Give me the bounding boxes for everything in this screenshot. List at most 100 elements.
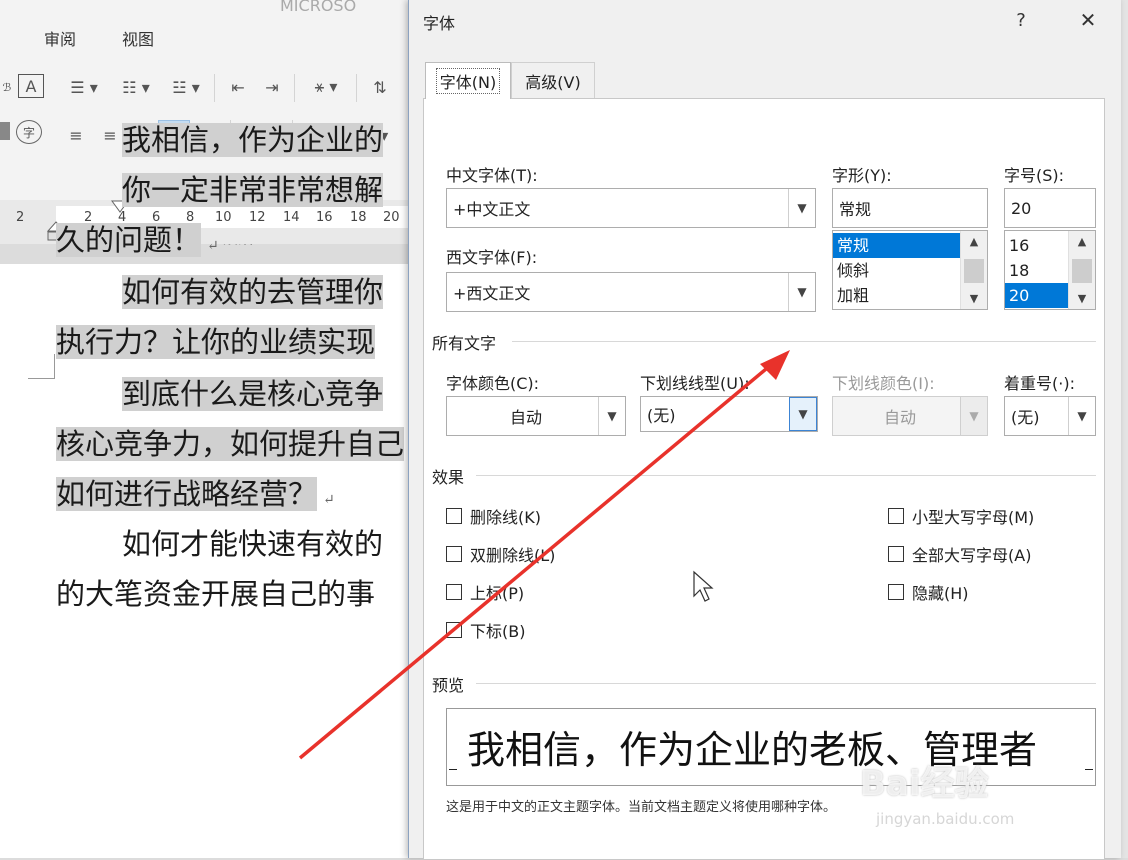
tab-review[interactable]: 审阅 <box>44 26 76 50</box>
numbering-icon[interactable]: ☷ ▾ <box>114 74 158 100</box>
superscript-label: 上标(P) <box>470 584 525 603</box>
enclose-character-icon[interactable]: 字 <box>16 120 42 144</box>
underline-style-combo[interactable]: (无) ▼ <box>640 396 818 432</box>
western-font-combo[interactable]: +西文正文 ▼ <box>446 272 816 312</box>
dialog-title: 字体 <box>423 14 456 33</box>
checkbox-box[interactable] <box>446 584 462 600</box>
document-line[interactable]: 如何进行战略经营？ ↵ <box>56 474 335 520</box>
list-item[interactable]: 18 <box>1005 258 1069 283</box>
checkbox-box[interactable] <box>888 584 904 600</box>
font-preview-box: 我相信，作为企业的老板、管理者 <box>446 708 1096 786</box>
font-style-scrollbar[interactable]: ▲ ▼ <box>960 231 987 309</box>
chinese-font-label: 中文字体(T): <box>446 166 538 185</box>
chinese-font-combo[interactable]: +中文正文 ▼ <box>446 188 816 228</box>
font-color-value: 自动 <box>509 408 542 427</box>
margin-corner-mark <box>28 354 55 379</box>
list-item[interactable]: 20 <box>1005 283 1069 308</box>
small-caps-checkbox[interactable]: 小型大写字母(M) <box>888 504 1034 528</box>
font-style-list[interactable]: 常规 倾斜 加粗 ▲ ▼ <box>832 230 988 310</box>
document-line[interactable]: 核心竞争力，如何提升自己 <box>56 424 405 464</box>
scroll-up-icon[interactable]: ▲ <box>961 235 987 248</box>
document-line[interactable]: 如何有效的去管理你 <box>56 272 384 312</box>
chevron-down-icon[interactable]: ▼ <box>789 397 817 431</box>
document-line[interactable]: 我相信，作为企业的 <box>56 120 384 160</box>
tab-font-label: 字体(N) <box>435 68 501 94</box>
preview-description: 这是用于中文的正文主题字体。当前文档主题定义将使用哪种字体。 <box>446 800 837 815</box>
font-color-picker[interactable]: 自动 ▼ <box>446 396 626 436</box>
document-line[interactable]: 久的问题！ ↵ <box>56 220 219 266</box>
ruler-tick-label: 14 <box>283 210 300 225</box>
font-style-value: 常规 <box>839 200 872 219</box>
character-shading-icon[interactable] <box>0 122 10 140</box>
underline-style-value: (无) <box>647 406 676 425</box>
document-line-text: 久的问题！ <box>56 223 202 257</box>
font-size-value: 20 <box>1011 198 1032 218</box>
document-line[interactable]: 到底什么是核心竞争 <box>56 374 384 414</box>
tab-view[interactable]: 视图 <box>122 26 154 50</box>
character-border-icon[interactable]: A <box>18 74 44 98</box>
chinese-layout-icon[interactable]: ⚹ ▾ <box>304 74 348 100</box>
ruler-tick-label: 20 <box>383 210 400 225</box>
bullets-icon[interactable]: ☰ ▾ <box>62 74 106 100</box>
checkbox-box[interactable] <box>888 546 904 562</box>
font-color-label: 字体颜色(C): <box>446 374 540 393</box>
list-item[interactable]: 常规 <box>833 233 961 258</box>
font-size-input[interactable]: 20 <box>1004 188 1096 228</box>
ruler-tick-label: 12 <box>249 210 266 225</box>
phonetic-guide-icon[interactable]: ℬ <box>0 74 14 100</box>
close-button[interactable]: ✕ <box>1073 8 1103 32</box>
list-item[interactable]: 16 <box>1005 233 1069 258</box>
underline-color-label: 下划线颜色(I): <box>832 374 935 393</box>
chinese-font-value: +中文正文 <box>453 200 531 219</box>
checkbox-box[interactable] <box>446 546 462 562</box>
scroll-down-icon[interactable]: ▼ <box>961 292 987 305</box>
document-page[interactable]: 我相信，作为企业的 你一定非常非常想解久的问题！ ↵ 如何有效的去管理你 执行力？让你的… <box>0 123 410 858</box>
ribbon-tab-bar: MICROSO 审阅 视图 <box>0 0 410 52</box>
checkbox-box[interactable] <box>446 622 462 638</box>
emphasis-mark-combo[interactable]: (无) ▼ <box>1004 396 1096 436</box>
chevron-down-icon[interactable]: ▼ <box>1068 397 1095 435</box>
watermark-url: jingyan.baidu.com <box>876 810 1015 828</box>
font-size-scrollbar[interactable]: ▲ ▼ <box>1068 231 1095 309</box>
hidden-label: 隐藏(H) <box>912 584 969 603</box>
ruler-tick-label: 18 <box>350 210 367 225</box>
list-item[interactable]: 倾斜 <box>833 258 961 283</box>
chevron-down-icon[interactable]: ▼ <box>788 189 815 227</box>
effects-heading: 效果 <box>432 468 465 487</box>
help-button[interactable]: ? <box>1009 10 1033 31</box>
document-line[interactable]: 执行力？让你的业绩实现 <box>56 322 376 362</box>
double-strikethrough-checkbox[interactable]: 双删除线(L) <box>446 542 555 566</box>
scroll-down-icon[interactable]: ▼ <box>1069 292 1095 305</box>
document-line[interactable]: 如何才能快速有效的 <box>56 524 383 564</box>
underline-color-picker[interactable]: 自动 ▼ <box>832 396 988 436</box>
sort-icon[interactable]: ⇅ <box>366 74 394 100</box>
document-line-text: 如何才能快速有效的 <box>122 527 384 561</box>
chevron-down-icon[interactable]: ▼ <box>960 397 987 435</box>
ruler-tick-label: 2 <box>16 210 25 225</box>
chevron-down-icon[interactable]: ▼ <box>598 397 625 435</box>
strikethrough-checkbox[interactable]: 删除线(K) <box>446 504 541 528</box>
font-style-label: 字形(Y): <box>832 166 892 185</box>
superscript-checkbox[interactable]: 上标(P) <box>446 580 524 604</box>
western-font-label: 西文字体(F): <box>446 248 538 267</box>
tab-font[interactable]: 字体(N) <box>425 62 511 99</box>
tab-advanced[interactable]: 高级(V) <box>511 62 595 99</box>
document-line[interactable]: 的大笔资金开展自己的事 <box>56 574 375 614</box>
checkbox-box[interactable] <box>888 508 904 524</box>
document-line-text: 核心竞争力，如何提升自己 <box>56 427 405 461</box>
all-caps-checkbox[interactable]: 全部大写字母(A) <box>888 542 1031 566</box>
font-size-list[interactable]: 16 18 20 ▲ ▼ <box>1004 230 1096 310</box>
subscript-checkbox[interactable]: 下标(B) <box>446 618 525 642</box>
multilevel-list-icon[interactable]: ☳ ▾ <box>164 74 208 100</box>
scroll-up-icon[interactable]: ▲ <box>1069 235 1095 248</box>
increase-indent-icon[interactable]: ⇥ <box>258 74 286 100</box>
font-style-input[interactable]: 常规 <box>832 188 988 228</box>
western-font-value: +西文正文 <box>453 284 531 303</box>
checkbox-box[interactable] <box>446 508 462 524</box>
decrease-indent-icon[interactable]: ⇤ <box>224 74 252 100</box>
document-line[interactable]: 你一定非常非常想解 <box>56 170 384 210</box>
hidden-checkbox[interactable]: 隐藏(H) <box>888 580 969 604</box>
document-scrollbar[interactable] <box>1120 0 1128 858</box>
list-item[interactable]: 加粗 <box>833 283 961 308</box>
chevron-down-icon[interactable]: ▼ <box>788 273 815 311</box>
